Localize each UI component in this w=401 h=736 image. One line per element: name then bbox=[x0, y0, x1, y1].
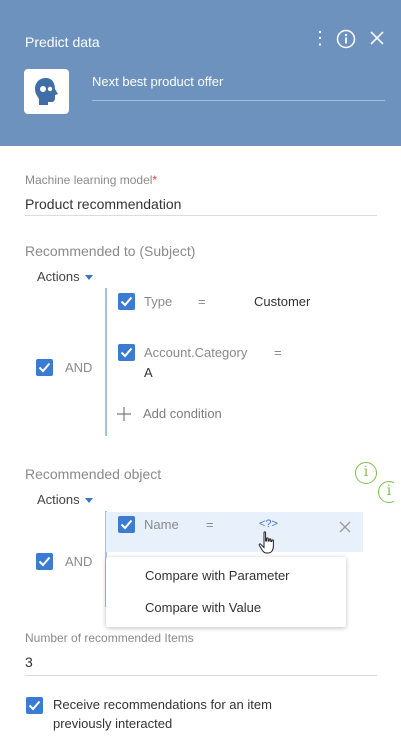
menu-item-compare-value[interactable]: Compare with Value bbox=[145, 600, 261, 615]
condition-type-value[interactable]: Customer bbox=[254, 294, 310, 309]
condition-category-value[interactable]: A bbox=[144, 365, 153, 380]
condition-category-checkbox[interactable] bbox=[118, 344, 135, 361]
record-name-field[interactable]: Next best product offer bbox=[92, 73, 385, 101]
receive-recommendations-label[interactable]: Receive recommendations for an item prev… bbox=[53, 695, 333, 733]
robot-head-icon bbox=[35, 78, 58, 105]
object-and-label: AND bbox=[65, 554, 93, 569]
condition-category-field[interactable]: Account.Category bbox=[144, 345, 247, 360]
object-section-title: Recommended object bbox=[25, 466, 162, 482]
menu-item-compare-parameter[interactable]: Compare with Parameter bbox=[145, 568, 290, 583]
model-value[interactable]: Product recommendation bbox=[25, 196, 181, 212]
condition-type-checkbox[interactable] bbox=[118, 293, 135, 310]
condition-type-operator[interactable]: = bbox=[198, 294, 206, 309]
condition-name-field[interactable]: Name bbox=[144, 517, 179, 532]
more-options-icon[interactable]: ⋮ bbox=[311, 28, 329, 48]
add-condition-button[interactable]: Add condition bbox=[143, 406, 222, 421]
condition-name-checkbox[interactable] bbox=[118, 516, 135, 533]
condition-name-operator[interactable]: = bbox=[206, 517, 214, 532]
info-icon[interactable] bbox=[336, 29, 356, 49]
hand-pointer-icon bbox=[258, 531, 274, 554]
condition-category-operator[interactable]: = bbox=[274, 345, 282, 360]
object-actions-button[interactable]: Actions bbox=[37, 492, 93, 507]
process-avatar[interactable] bbox=[24, 69, 69, 114]
chevron-down-icon bbox=[84, 275, 93, 281]
model-label: Machine learning model* bbox=[25, 173, 158, 187]
object-group-checkbox[interactable] bbox=[36, 553, 53, 570]
compare-context-menu: Compare with Parameter Compare with Valu… bbox=[106, 557, 346, 627]
plus-icon bbox=[117, 407, 131, 421]
subject-section-title: Recommended to (Subject) bbox=[25, 243, 196, 259]
model-underline bbox=[25, 215, 377, 216]
chevron-down-icon bbox=[84, 498, 93, 504]
condition-name-value[interactable]: <?> bbox=[259, 518, 278, 530]
receive-recommendations-checkbox[interactable] bbox=[26, 697, 43, 714]
subject-group-bracket bbox=[105, 288, 107, 436]
condition-type-field[interactable]: Type bbox=[144, 294, 172, 309]
subject-and-label: AND bbox=[65, 360, 93, 375]
page-header: Predict data ⋮ Next best product offer bbox=[0, 0, 401, 146]
page-title: Predict data bbox=[25, 34, 100, 50]
close-icon[interactable] bbox=[368, 29, 386, 47]
info-green-icon[interactable]: i bbox=[355, 462, 377, 484]
subject-actions-button[interactable]: Actions bbox=[37, 269, 93, 284]
items-count-value[interactable]: 3 bbox=[25, 654, 33, 670]
items-count-underline bbox=[25, 675, 377, 676]
record-name-value: Next best product offer bbox=[92, 74, 224, 89]
remove-condition-icon[interactable] bbox=[339, 520, 351, 538]
info-green-icon-partial[interactable]: i bbox=[378, 481, 394, 503]
items-count-label: Number of recommended Items bbox=[25, 631, 194, 645]
subject-group-checkbox[interactable] bbox=[36, 359, 53, 376]
